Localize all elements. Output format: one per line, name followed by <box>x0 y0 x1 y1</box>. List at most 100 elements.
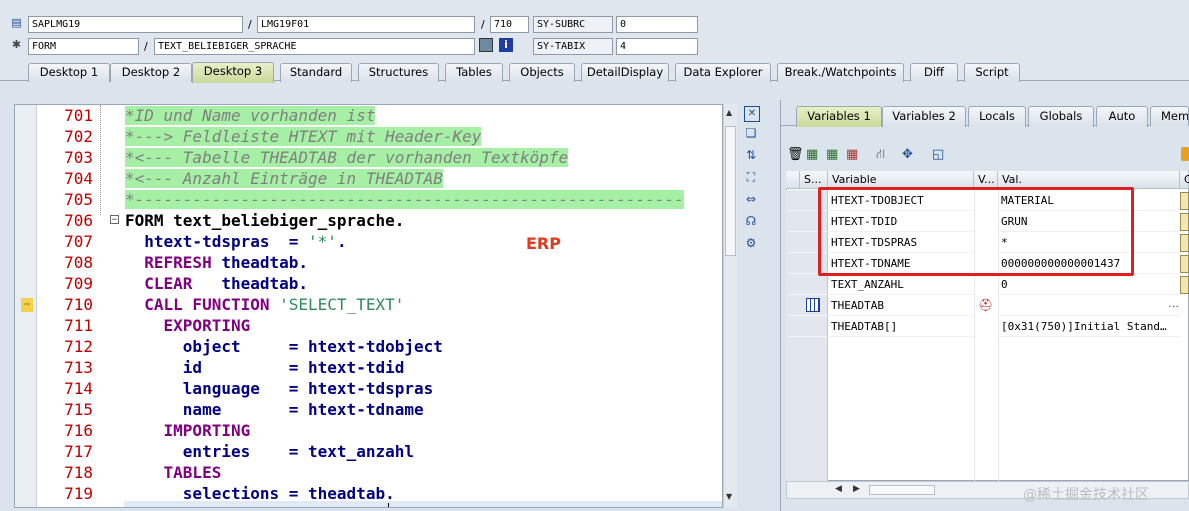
editor-side-toolbar: ✕ ❏ ⇅ ⛶ ⇔ ☊ ⚙ <box>740 104 762 264</box>
tab-structures[interactable]: Structures <box>358 63 439 82</box>
tab-data-explorer[interactable]: Data Explorer <box>675 63 771 82</box>
variable-value[interactable] <box>998 295 1180 316</box>
variable-value[interactable]: [0x31(750)]Initial Stand… <box>998 316 1180 337</box>
settings-icon[interactable]: ◱ <box>932 147 944 162</box>
swap-icon[interactable]: ⇅ <box>744 148 758 162</box>
row-selector[interactable] <box>786 274 828 295</box>
edit-value-icon[interactable] <box>1180 255 1189 273</box>
tab-objects[interactable]: Objects <box>509 63 575 82</box>
remove-row-icon[interactable]: ▦ <box>846 147 858 162</box>
tab-detail-display[interactable]: DetailDisplay <box>581 63 669 82</box>
code-line: EXPORTING <box>125 315 722 336</box>
delete-icon[interactable]: 🗑 <box>787 147 804 162</box>
source-code-editor[interactable]: ⇨ 701 702 703 704 705 706 707 708 709 71… <box>14 104 723 508</box>
identifier: id <box>125 358 203 377</box>
collapse-icon[interactable]: − <box>110 215 119 225</box>
code-line: *---> Feldleiste HTEXT mit Header-Key <box>125 126 722 147</box>
display-icon[interactable] <box>479 38 493 52</box>
line-number: 702 <box>64 127 93 146</box>
tab-break-watchpoints[interactable]: Break./Watchpoints <box>777 63 904 82</box>
edit-value-icon[interactable] <box>1180 213 1189 231</box>
keyword: FORM <box>125 211 164 230</box>
tab-diff[interactable]: Diff <box>910 63 958 82</box>
line-field[interactable]: 710 <box>490 16 529 33</box>
line-number: 706 <box>64 211 93 230</box>
tab-variables-2[interactable]: Variables 2 <box>882 106 966 127</box>
tab-standard[interactable]: Standard <box>280 63 352 82</box>
tab-auto[interactable]: Auto <box>1096 106 1148 127</box>
tabix-value: 4 <box>616 38 698 55</box>
include-field[interactable]: LMG19F01 <box>257 16 475 33</box>
code-line: CALL FUNCTION 'SELECT_TEXT' <box>125 294 722 315</box>
tab-tables[interactable]: Tables <box>445 63 503 82</box>
code-line: object = htext-tdobject <box>125 336 722 357</box>
code-line: *<--- Anzahl Einträge in THEADTAB <box>125 168 722 189</box>
table-icon <box>806 298 820 312</box>
line-number: 719 <box>64 484 93 503</box>
tab-desktop-3[interactable]: Desktop 3 <box>192 62 274 83</box>
lock-icon[interactable] <box>1181 147 1189 161</box>
variables-toolbar: 🗑 ▦ ▦ ▦ ⛙ ✥ ◱ <box>786 147 986 165</box>
debugger-header: ▤ SAPLMG19 / LMG19F01 / 710 SY-SUBRC 0 ✱… <box>0 0 1189 60</box>
headset-icon[interactable]: ☊ <box>744 214 758 228</box>
tab-memory[interactable]: Mem <box>1150 106 1189 126</box>
string-literal: 'SELECT_TEXT' <box>269 295 405 314</box>
tab-locals[interactable]: Locals <box>968 106 1026 127</box>
tab-desktop-1[interactable]: Desktop 1 <box>28 63 110 82</box>
keyword: CLEAR <box>125 274 193 293</box>
code-line: entries = text_anzahl <box>125 441 722 462</box>
scroll-up-icon[interactable]: ▲ <box>726 108 732 117</box>
scroll-down-icon[interactable]: ▼ <box>726 492 732 501</box>
edit-value-icon[interactable] <box>1180 276 1189 294</box>
line-number: 712 <box>64 337 93 356</box>
erp-annotation: ERP <box>526 234 561 253</box>
variable-value[interactable]: 0 <box>998 274 1180 295</box>
tab-globals[interactable]: Globals <box>1028 106 1094 127</box>
event-name-field[interactable]: TEXT_BELIEBIGER_SPRACHE <box>154 38 475 55</box>
identifier: selections = thead <box>125 484 357 503</box>
program-field[interactable]: SAPLMG19 <box>28 16 243 33</box>
identifier: object <box>125 337 241 356</box>
arrow-right-icon: ⇨ <box>21 298 33 312</box>
event-type-field[interactable]: FORM <box>28 38 139 55</box>
col-header-change[interactable]: C <box>1180 171 1189 189</box>
resize-icon[interactable]: ⇔ <box>744 192 758 206</box>
tab-desktop-2[interactable]: Desktop 2 <box>110 63 192 82</box>
subrc-value: 0 <box>616 16 698 33</box>
line-number: 704 <box>64 169 93 188</box>
maximize-icon[interactable]: ⛶ <box>744 170 758 184</box>
new-window-icon[interactable]: ❏ <box>744 126 758 140</box>
line-numbers: 701 702 703 704 705 706 707 708 709 710 … <box>33 105 93 504</box>
identifier: theadtab. <box>192 274 309 293</box>
variable-name[interactable]: THEADTAB[] <box>828 316 974 337</box>
scroll-left-icon[interactable]: ◀ <box>835 484 842 494</box>
variable-name[interactable]: TEXT_ANZAHL <box>828 274 974 295</box>
comment: *<--- Anzahl Einträge in THEADTAB <box>125 169 443 188</box>
tools-icon[interactable]: ⚙ <box>744 236 758 250</box>
scroll-thumb[interactable] <box>869 485 935 495</box>
tab-script[interactable]: Script <box>964 63 1020 82</box>
hierarchy-icon[interactable]: ⛙ <box>876 147 885 164</box>
code-line: CLEAR theadtab. <box>125 273 722 294</box>
code-line: FORM text_beliebiger_sprache. <box>125 210 722 231</box>
scroll-right-icon[interactable]: ▶ <box>853 484 860 494</box>
tab-variables-1[interactable]: Variables 1 <box>796 106 882 127</box>
variable-name[interactable]: THEADTAB <box>828 295 974 316</box>
code-line: name = htext-tdname <box>125 399 722 420</box>
line-number: 705 <box>64 190 93 209</box>
append-row-icon[interactable]: ▦ <box>826 147 838 162</box>
insert-row-icon[interactable]: ▦ <box>806 147 818 162</box>
keyword: REFRESH <box>125 253 212 272</box>
edit-value-icon[interactable] <box>1180 192 1189 210</box>
move-icon[interactable]: ✥ <box>902 147 913 162</box>
editor-vertical-scrollbar[interactable]: ▲ ▼ <box>723 104 737 508</box>
close-icon[interactable]: ✕ <box>744 106 760 122</box>
line-number: 714 <box>64 379 93 398</box>
info-icon[interactable]: i <box>499 38 513 52</box>
row-selector[interactable] <box>786 316 828 337</box>
edit-value-icon[interactable] <box>1180 234 1189 252</box>
identifier: theadtab. <box>211 253 309 272</box>
identifier: language <box>125 379 260 398</box>
identifier: name <box>125 400 222 419</box>
scroll-thumb[interactable] <box>725 126 736 256</box>
